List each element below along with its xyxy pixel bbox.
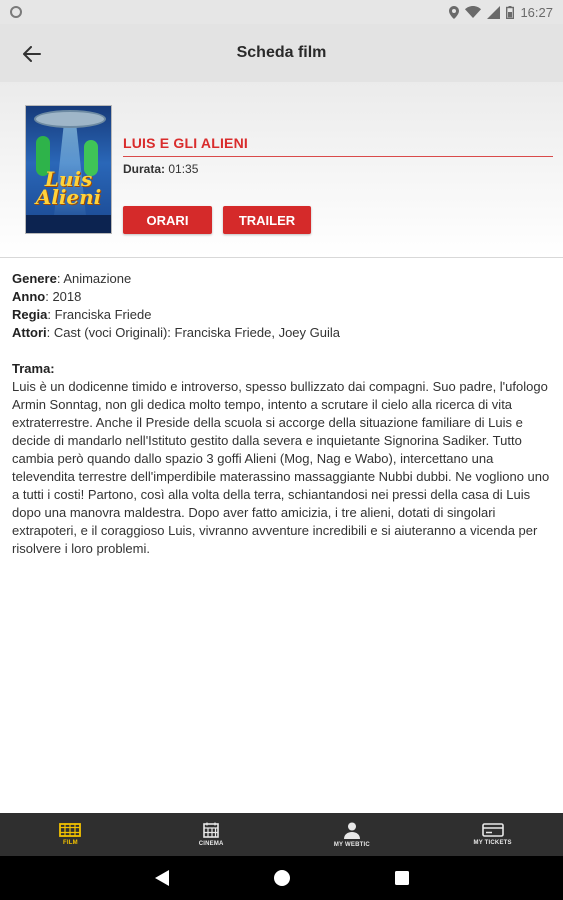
wifi-icon: [465, 6, 482, 18]
arrow-left-icon: [23, 46, 41, 62]
home-circle-icon: [273, 870, 290, 886]
status-left: [10, 6, 22, 18]
detail-genere: Genere: Animazione: [12, 270, 552, 288]
duration-label: Durata:: [123, 162, 166, 176]
poster-title: Luis Alieni: [35, 167, 102, 209]
title-divider: [123, 156, 553, 157]
movie-header: Luis Alieni LUIS E GLI ALIENI Durata: 01…: [0, 82, 563, 258]
poster-ground: [26, 215, 111, 233]
detail-value: : Cast (voci Originali): Franciska Fried…: [46, 325, 340, 340]
calendar-icon: [203, 822, 219, 838]
nav-cinema-label: CINEMA: [198, 841, 224, 847]
bottom-navigation: FILM CINEMA MY WEBTIC MY TICKETS: [0, 813, 563, 856]
person-icon: [343, 822, 360, 839]
trama-text: Luis è un dodicenne timido e introverso,…: [12, 379, 550, 556]
movie-title: LUIS E GLI ALIENI: [123, 135, 248, 151]
detail-attori: Attori: Cast (voci Originali): Franciska…: [12, 324, 552, 342]
detail-value: : Franciska Friede: [47, 307, 152, 322]
detail-value: : Animazione: [56, 271, 132, 286]
duration-value: 01:35: [165, 162, 199, 176]
nav-cinema[interactable]: CINEMA: [141, 813, 282, 856]
movie-poster: Luis Alieni: [25, 105, 112, 234]
trailer-button[interactable]: TRAILER: [223, 206, 311, 234]
nav-film-label: FILM: [62, 840, 78, 846]
ticket-icon: [481, 823, 504, 837]
detail-value: : 2018: [45, 289, 82, 304]
status-time: 16:27: [520, 4, 553, 20]
nav-mywebtic[interactable]: MY WEBTIC: [282, 813, 423, 856]
orari-button[interactable]: ORARI: [123, 206, 212, 234]
status-right: 16:27: [449, 5, 553, 20]
status-bar: 16:27: [0, 0, 563, 24]
battery-icon: [506, 5, 515, 19]
system-back-button[interactable]: [150, 866, 174, 890]
location-icon: [449, 5, 460, 19]
signal-icon: [487, 5, 501, 19]
page-title: Scheda film: [236, 44, 327, 61]
detail-label: Genere: [12, 271, 57, 286]
recents-square-icon: [394, 871, 409, 885]
system-recents-button[interactable]: [390, 866, 414, 890]
nav-mytickets-label: MY TICKETS: [473, 840, 512, 846]
detail-anno: Anno: 2018: [12, 288, 552, 306]
detail-regia: Regia: Franciska Friede: [12, 306, 552, 324]
detail-label: Attori: [12, 325, 47, 340]
film-icon: [59, 823, 82, 837]
nav-mytickets[interactable]: MY TICKETS: [422, 813, 563, 856]
system-navigation: [0, 856, 563, 900]
app-bar: Scheda film: [0, 24, 563, 82]
trama-label: Trama:: [12, 361, 55, 376]
notification-icon: [10, 6, 22, 18]
detail-label: Regia: [12, 307, 48, 322]
movie-details: Genere: Animazione Anno: 2018 Regia: Fra…: [12, 270, 552, 558]
poster-ufo-icon: [34, 110, 106, 128]
detail-label: Anno: [12, 289, 46, 304]
nav-film[interactable]: FILM: [0, 813, 141, 856]
back-triangle-icon: [154, 870, 169, 886]
system-home-button[interactable]: [270, 866, 294, 890]
back-button[interactable]: [18, 40, 46, 68]
movie-duration: Durata: 01:35: [123, 162, 198, 176]
nav-mywebtic-label: MY WEBTIC: [333, 841, 370, 848]
